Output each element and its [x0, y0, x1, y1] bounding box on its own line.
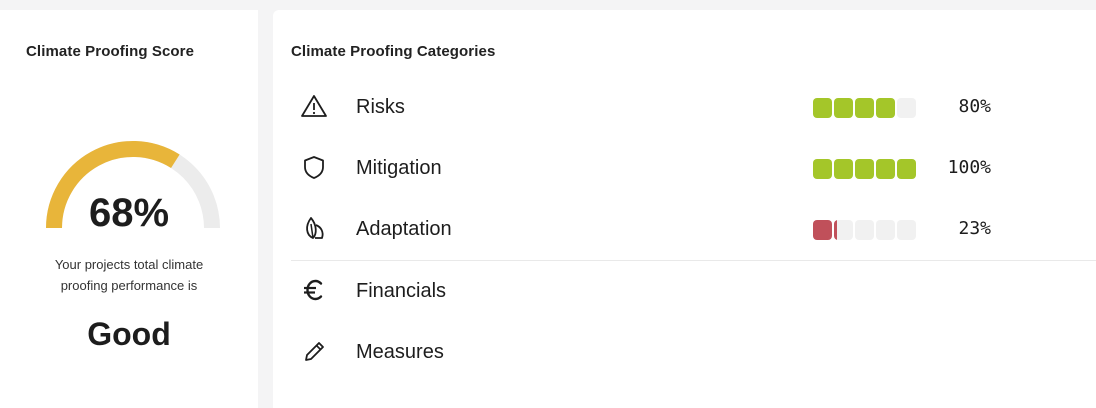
- progress-segment: [813, 98, 832, 118]
- progress-segment: [813, 159, 832, 179]
- category-label: Financials: [356, 280, 447, 302]
- progress-segment: [876, 98, 895, 118]
- score-description-line-1: Your projects total climate: [54, 257, 204, 272]
- category-row-measures[interactable]: Measures: [273, 322, 1096, 382]
- category-percent: 23%: [958, 218, 991, 239]
- categories-card: Climate Proofing Categories Risks 80% Mi…: [273, 10, 1096, 408]
- progress-segment: [876, 159, 895, 179]
- category-row-risks[interactable]: Risks 80%: [273, 77, 1096, 137]
- progress-segment: [876, 220, 895, 240]
- score-description: Your projects total climate proofing per…: [0, 254, 258, 296]
- category-label: Mitigation: [356, 157, 442, 179]
- category-percent: 80%: [958, 96, 991, 117]
- warning-triangle-icon: [299, 91, 329, 121]
- score-rating: Good: [87, 316, 171, 352]
- progress-segment: [834, 220, 853, 240]
- category-label: Measures: [356, 341, 444, 363]
- progress-segment: [855, 220, 874, 240]
- shield-icon: [299, 152, 329, 182]
- category-row-adaptation[interactable]: Adaptation 23%: [273, 199, 1096, 259]
- categories-title: Climate Proofing Categories: [291, 43, 496, 60]
- score-card: Climate Proofing Score 68% Your projects…: [0, 10, 258, 408]
- category-label: Adaptation: [356, 218, 452, 240]
- euro-icon: [299, 275, 329, 305]
- progress-segment: [834, 159, 853, 179]
- category-row-mitigation[interactable]: Mitigation 100%: [273, 138, 1096, 198]
- leaf-icon: [299, 213, 329, 243]
- score-description-line-2: proofing performance is: [60, 278, 198, 293]
- category-label: Risks: [356, 96, 405, 118]
- score-value: 68%: [88, 191, 170, 235]
- category-row-financials[interactable]: Financials: [273, 261, 1096, 321]
- category-percent: 100%: [947, 157, 991, 178]
- progress-segment: [855, 159, 874, 179]
- score-title: Climate Proofing Score: [26, 43, 195, 60]
- progress-segment: [813, 220, 832, 240]
- progress-segment: [834, 98, 853, 118]
- pencil-icon: [299, 336, 329, 366]
- progress-segment: [855, 98, 874, 118]
